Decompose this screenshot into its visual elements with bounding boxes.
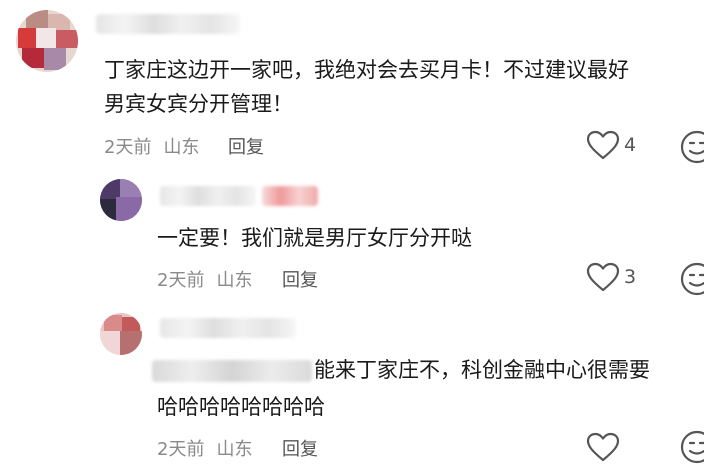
mention-blurred[interactable]	[152, 360, 312, 382]
comment-time: 2天前	[104, 137, 152, 158]
heart-outline-icon[interactable]	[586, 130, 620, 160]
avatar[interactable]	[16, 10, 78, 72]
reply-text-line1: 能来丁家庄不，科创金融中心很需要	[152, 353, 650, 387]
reply-button[interactable]: 回复	[282, 435, 318, 461]
reply-button[interactable]: 回复	[282, 266, 318, 292]
smiley-face-icon[interactable]	[680, 262, 704, 296]
comment-time: 2天前	[157, 439, 205, 460]
comment-text-line1: 丁家庄这边开一家吧，我绝对会去买月卡！不过建议最好	[104, 58, 629, 82]
username-blurred[interactable]	[96, 14, 240, 34]
comment-location: 山东	[163, 137, 200, 158]
comment-location: 山东	[216, 270, 253, 291]
comment-meta: 2天前 山东	[157, 435, 252, 461]
heart-outline-icon[interactable]	[586, 432, 620, 462]
comment-location: 山东	[216, 439, 253, 460]
avatar[interactable]	[100, 313, 142, 355]
smiley-face-icon[interactable]	[680, 430, 704, 464]
reply-button[interactable]: 回复	[228, 133, 264, 159]
reply-text-line2: 哈哈哈哈哈哈哈哈	[157, 395, 325, 419]
comment-time: 2天前	[157, 270, 205, 291]
comment-meta: 2天前 山东	[104, 133, 199, 159]
like-count: 3	[624, 266, 637, 288]
author-badge-blurred	[262, 186, 318, 206]
heart-outline-icon[interactable]	[586, 262, 620, 292]
like-count: 4	[624, 134, 637, 156]
reply-text-suffix: 能来丁家庄不，科创金融中心很需要	[314, 358, 650, 382]
reply-text: 一定要！我们就是男厅女厅分开哒	[157, 226, 472, 250]
smiley-face-icon[interactable]	[680, 130, 704, 164]
username-blurred[interactable]	[160, 318, 296, 338]
avatar[interactable]	[100, 179, 142, 221]
username-blurred[interactable]	[160, 186, 256, 206]
comment-text-line2: 男宾女宾分开管理！	[104, 92, 293, 116]
comment-meta: 2天前 山东	[157, 266, 252, 292]
